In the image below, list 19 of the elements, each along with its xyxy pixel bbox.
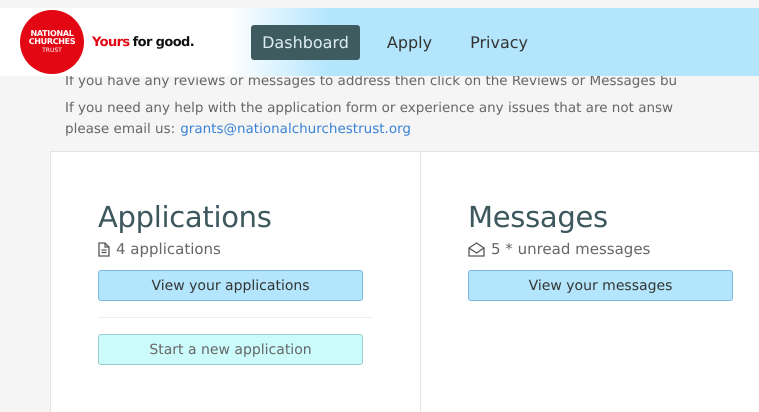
email-label: please email us: <box>65 120 176 139</box>
email-link[interactable]: grants@nationalchurchestrust.org <box>180 119 411 140</box>
count-text: 4 applications <box>116 240 221 258</box>
tagline-text: Yours <box>92 34 130 50</box>
nav-tab[interactable]: Dashboard <box>251 24 360 60</box>
logo-text: CHURCHES <box>28 38 76 46</box>
nav-tab[interactable]: Privacy <box>459 24 540 60</box>
envelope-icon <box>468 242 485 256</box>
count-text: 5 * unread messages <box>491 240 650 258</box>
card-title: Messages <box>468 200 609 234</box>
document-icon <box>98 242 110 256</box>
card-title: Applications <box>98 200 273 234</box>
tagline-text: for good. <box>132 34 194 50</box>
action-button[interactable]: View your messages <box>468 270 733 301</box>
nav-tab[interactable]: Apply <box>376 24 444 60</box>
action-button[interactable]: Start a new application <box>98 334 363 365</box>
help-text: If you need any help with the application form or experience any issues that are not answ <box>65 99 674 118</box>
action-button[interactable]: View your applications <box>98 270 363 301</box>
logo-text: NATIONAL <box>30 30 74 38</box>
